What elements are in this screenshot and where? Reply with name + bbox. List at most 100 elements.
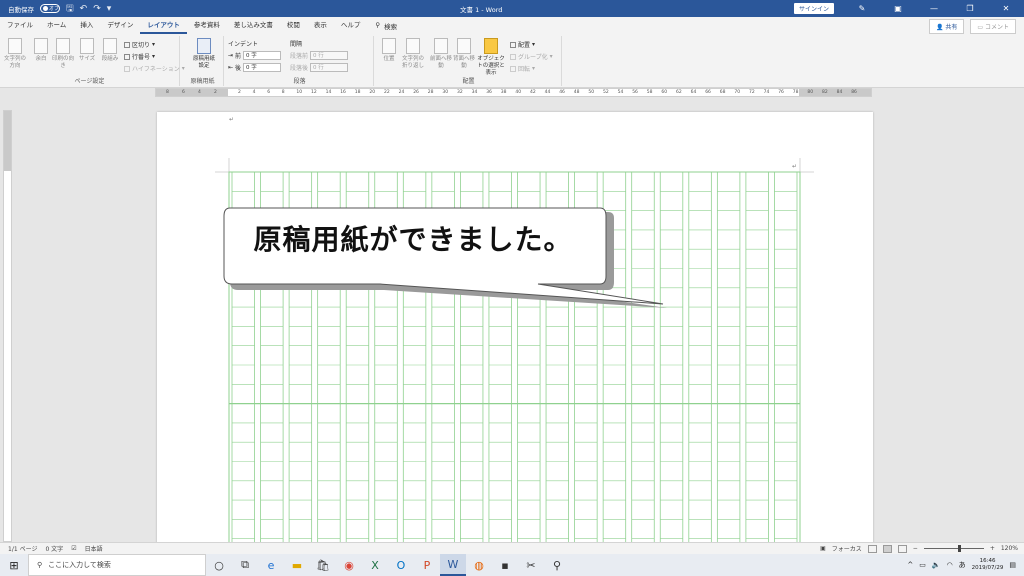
outlook-icon[interactable]: O [388, 554, 414, 576]
ruler-tick-label: 80 [807, 90, 814, 95]
app-icon-2[interactable]: ✂ [518, 554, 544, 576]
clock[interactable]: 16:46 2019/07/29 [972, 558, 1004, 572]
tab-references[interactable]: 参考資料 [187, 17, 227, 34]
excel-icon[interactable]: X [362, 554, 388, 576]
taskbar: ⊞ ⚲ ここに入力して検索 ○ ⧉ e ▬ 🛍 ◉ X O P W ◍ ▪ ✂ … [0, 554, 1024, 576]
volume-icon[interactable]: 🔈 [932, 561, 941, 569]
selection-pane-button[interactable]: オブジェクトの選択と表示 [476, 38, 506, 77]
network-icon[interactable]: ▭ [919, 561, 926, 569]
autosave-toggle[interactable]: オフ [40, 4, 60, 13]
task-view-icon[interactable]: ⧉ [232, 554, 258, 576]
zoom-out-icon[interactable]: − [913, 545, 918, 552]
taskbar-search[interactable]: ⚲ ここに入力して検索 [28, 554, 206, 576]
proofing-icon[interactable]: ☑ [71, 545, 76, 552]
page-count[interactable]: 1/1 ページ [8, 544, 37, 553]
ruler-tick-label: 72 [749, 90, 755, 95]
align-button[interactable]: 配置 ▾ [510, 40, 535, 49]
tab-layout[interactable]: レイアウト [140, 17, 187, 34]
group-arrange: 位置 文字列の折り返し 前面へ移動 背面へ移動 オブジェクトの選択と表示 配置 … [376, 36, 562, 86]
rotate-button[interactable]: 回転 ▾ [510, 64, 535, 73]
margins-button[interactable]: 余白 [30, 38, 52, 63]
indent-after-input[interactable]: 0 字 [243, 63, 282, 72]
ribbon-tabs: ファイル ホーム 挿入 デザイン レイアウト 参考資料 差し込み文書 校閲 表示… [0, 17, 1024, 34]
wrap-text-button[interactable]: 文字列の折り返し [400, 38, 426, 70]
powerpoint-icon[interactable]: P [414, 554, 440, 576]
ruler-tick-label: 58 [646, 90, 653, 95]
tab-home[interactable]: ホーム [40, 17, 73, 34]
comment-button[interactable]: ▭ コメント [970, 19, 1016, 34]
tray-expand-icon[interactable]: ^ [907, 561, 913, 569]
undo-icon[interactable]: ↶ [80, 4, 88, 14]
word-icon[interactable]: W [440, 554, 466, 576]
ruler-tick-label: 10 [296, 90, 303, 95]
redo-icon[interactable]: ↷ [93, 4, 101, 14]
app-icon-1[interactable]: ▪ [492, 554, 518, 576]
pen-icon[interactable]: ✎ [844, 4, 880, 13]
zoom-slider[interactable] [923, 545, 984, 552]
print-layout-icon[interactable] [882, 544, 892, 553]
send-backward-button[interactable]: 背面へ移動 [453, 38, 475, 70]
ruler-tick-label: 8 [281, 90, 285, 95]
breaks-button[interactable]: 区切り ▾ [124, 40, 155, 49]
wifi-icon[interactable]: ◠ [947, 561, 953, 569]
orientation-button[interactable]: 印刷の向き [52, 38, 74, 70]
group-button[interactable]: グループ化 ▾ [510, 52, 553, 61]
app-icon-3[interactable]: ⚲ [544, 554, 570, 576]
word-count[interactable]: 0 文字 [45, 544, 63, 553]
save-icon[interactable]: 🖫 [66, 1, 74, 17]
genko-settings-button[interactable]: 原稿用紙設定 [192, 38, 216, 70]
tab-insert[interactable]: 挿入 [73, 17, 100, 34]
tab-file[interactable]: ファイル [0, 17, 40, 34]
line-numbers-button[interactable]: 行番号 ▾ [124, 52, 155, 61]
store-icon[interactable]: 🛍 [310, 554, 336, 576]
group-caption-paragraph: 段落 [293, 78, 306, 85]
horizontal-ruler[interactable]: 8 6 4 2 2 4 6 8 10 12 14 16 18 20 22 24 26 28 30 32 34 36 38 40… [155, 88, 872, 97]
windows-start-icon[interactable]: ⊞ [0, 559, 28, 572]
space-before-input[interactable]: 0 行 [310, 51, 349, 60]
focus-button[interactable]: フォーカス [832, 544, 862, 553]
vertical-ruler[interactable] [3, 110, 12, 542]
tab-help[interactable]: ヘルプ [334, 17, 368, 34]
share-button[interactable]: 👤 共有 [928, 19, 965, 34]
ruler-tick-label: 12 [311, 90, 317, 95]
ruler-tick-label: 82 [822, 90, 828, 95]
tab-mailings[interactable]: 差し込み文書 [227, 17, 280, 34]
ribbon-display-icon[interactable]: ▣ [880, 4, 916, 13]
minimize-button[interactable]: — [916, 4, 952, 13]
web-layout-icon[interactable] [897, 544, 907, 553]
zoom-in-icon[interactable]: + [990, 545, 995, 552]
space-after-input[interactable]: 0 行 [310, 63, 349, 72]
file-explorer-icon[interactable]: ▬ [284, 554, 310, 576]
group-caption-arrange: 配置 [462, 78, 475, 85]
tab-review[interactable]: 校閲 [280, 17, 307, 34]
hyphenation-button[interactable]: ハイフネーション ▾ [124, 64, 185, 73]
signin-button[interactable]: サインイン [793, 3, 834, 14]
group-page-setup: 文字列の方向 余白 印刷の向き サイズ 段組み 区切り ▾ 行番号 ▾ ハイフネ… [0, 36, 185, 86]
firefox-icon[interactable]: ◍ [466, 554, 492, 576]
ime-indicator[interactable]: あ [959, 560, 966, 570]
notification-icon[interactable]: ▤ [1009, 561, 1016, 569]
tab-design[interactable]: デザイン [100, 17, 140, 34]
ruler-tick-label: 26 [413, 90, 419, 95]
document-page[interactable]: ↵ ↵ [157, 112, 873, 552]
size-button[interactable]: サイズ [76, 38, 98, 63]
tell-me-search[interactable]: ⚲ 検索 [367, 21, 397, 31]
quick-access-dropdown-icon[interactable]: ▾ [107, 4, 112, 14]
chrome-icon[interactable]: ◉ [336, 554, 362, 576]
cortana-icon[interactable]: ○ [206, 554, 232, 576]
restore-button[interactable]: ❐ [952, 4, 988, 13]
focus-icon[interactable]: ▣ [820, 545, 826, 552]
read-mode-icon[interactable] [867, 544, 877, 553]
text-direction-button[interactable]: 文字列の方向 [4, 38, 26, 70]
zoom-level[interactable]: 120% [1001, 545, 1018, 552]
close-button[interactable]: ✕ [988, 4, 1024, 13]
position-button[interactable]: 位置 [378, 38, 400, 63]
ruler-tick-label: 4 [198, 90, 201, 95]
bring-forward-button[interactable]: 前面へ移動 [430, 38, 452, 70]
columns-button[interactable]: 段組み [99, 38, 121, 63]
tab-view[interactable]: 表示 [307, 17, 334, 34]
ruler-tick-label: 8 [166, 90, 169, 95]
language-indicator[interactable]: 日本語 [85, 544, 103, 553]
indent-before-input[interactable]: 0 字 [243, 51, 282, 60]
edge-icon[interactable]: e [258, 554, 284, 576]
